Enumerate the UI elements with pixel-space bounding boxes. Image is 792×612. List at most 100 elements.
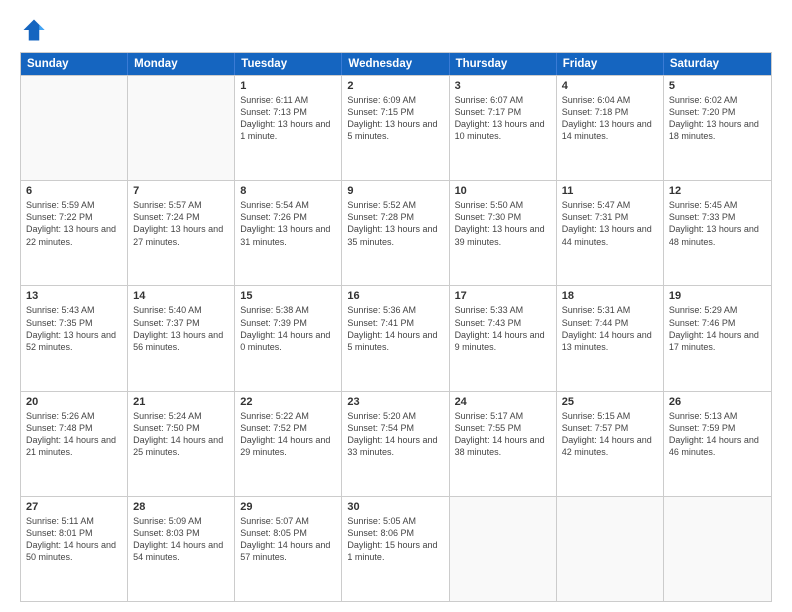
calendar-cell: 7 Sunrise: 5:57 AM Sunset: 7:24 PM Daylig… — [128, 181, 235, 285]
calendar-cell: 16Sunrise: 5:36 AM Sunset: 7:41 PM Dayli… — [342, 286, 449, 390]
day-number: 13 — [26, 290, 122, 302]
day-number: 24 — [455, 396, 551, 408]
day-info: Sunrise: 6:07 AM Sunset: 7:17 PM Dayligh… — [455, 94, 551, 143]
day-info: Sunrise: 6:04 AM Sunset: 7:18 PM Dayligh… — [562, 94, 658, 143]
day-number: 18 — [562, 290, 658, 302]
day-info: Sunrise: 5:15 AM Sunset: 7:57 PM Dayligh… — [562, 410, 658, 459]
day-number: 11 — [562, 185, 658, 197]
day-info: Sunrise: 5:40 AM Sunset: 7:37 PM Dayligh… — [133, 304, 229, 353]
day-info: Sunrise: 5:05 AM Sunset: 8:06 PM Dayligh… — [347, 515, 443, 564]
calendar-cell: 22 Sunrise: 5:22 AM Sunset: 7:52 PM Dayli… — [235, 392, 342, 496]
calendar-cell: 20Sunrise: 5:26 AM Sunset: 7:48 PM Dayli… — [21, 392, 128, 496]
day-number: 6 — [26, 185, 122, 197]
calendar-cell — [128, 76, 235, 180]
day-info: Sunrise: 5:20 AM Sunset: 7:54 PM Dayligh… — [347, 410, 443, 459]
calendar-cell: 23 Sunrise: 5:20 AM Sunset: 7:54 PM Dayli… — [342, 392, 449, 496]
day-number: 5 — [669, 80, 766, 92]
header — [20, 16, 772, 44]
day-info: Sunrise: 5:57 AM Sunset: 7:24 PM Dayligh… — [133, 199, 229, 248]
calendar-cell: 13 Sunrise: 5:43 AM Sunset: 7:35 PM Dayli… — [21, 286, 128, 390]
calendar-cell: 28Sunrise: 5:09 AM Sunset: 8:03 PM Dayli… — [128, 497, 235, 601]
day-info: Sunrise: 5:38 AM Sunset: 7:39 PM Dayligh… — [240, 304, 336, 353]
calendar-cell: 10Sunrise: 5:50 AM Sunset: 7:30 PM Dayli… — [450, 181, 557, 285]
calendar-cell — [557, 497, 664, 601]
day-number: 17 — [455, 290, 551, 302]
day-number: 30 — [347, 501, 443, 513]
day-number: 28 — [133, 501, 229, 513]
logo-icon — [20, 16, 48, 44]
calendar-cell: 1 Sunrise: 6:11 AM Sunset: 7:13 PM Daylig… — [235, 76, 342, 180]
day-info: Sunrise: 5:52 AM Sunset: 7:28 PM Dayligh… — [347, 199, 443, 248]
day-number: 12 — [669, 185, 766, 197]
calendar-cell: 19 Sunrise: 5:29 AM Sunset: 7:46 PM Dayli… — [664, 286, 771, 390]
day-number: 19 — [669, 290, 766, 302]
calendar-cell: 9 Sunrise: 5:52 AM Sunset: 7:28 PM Daylig… — [342, 181, 449, 285]
day-info: Sunrise: 5:11 AM Sunset: 8:01 PM Dayligh… — [26, 515, 122, 564]
day-number: 7 — [133, 185, 229, 197]
day-number: 14 — [133, 290, 229, 302]
day-info: Sunrise: 5:54 AM Sunset: 7:26 PM Dayligh… — [240, 199, 336, 248]
calendar-cell: 15 Sunrise: 5:38 AM Sunset: 7:39 PM Dayli… — [235, 286, 342, 390]
day-number: 3 — [455, 80, 551, 92]
day-info: Sunrise: 5:07 AM Sunset: 8:05 PM Dayligh… — [240, 515, 336, 564]
day-info: Sunrise: 5:17 AM Sunset: 7:55 PM Dayligh… — [455, 410, 551, 459]
day-number: 10 — [455, 185, 551, 197]
calendar-cell: 8 Sunrise: 5:54 AM Sunset: 7:26 PM Daylig… — [235, 181, 342, 285]
day-info: Sunrise: 5:24 AM Sunset: 7:50 PM Dayligh… — [133, 410, 229, 459]
header-day-saturday: Saturday — [664, 53, 771, 75]
day-number: 23 — [347, 396, 443, 408]
day-info: Sunrise: 5:26 AM Sunset: 7:48 PM Dayligh… — [26, 410, 122, 459]
day-number: 1 — [240, 80, 336, 92]
day-info: Sunrise: 6:09 AM Sunset: 7:15 PM Dayligh… — [347, 94, 443, 143]
day-info: Sunrise: 5:29 AM Sunset: 7:46 PM Dayligh… — [669, 304, 766, 353]
day-number: 8 — [240, 185, 336, 197]
calendar-header: SundayMondayTuesdayWednesdayThursdayFrid… — [21, 53, 771, 75]
header-day-sunday: Sunday — [21, 53, 128, 75]
page: SundayMondayTuesdayWednesdayThursdayFrid… — [0, 0, 792, 612]
day-number: 4 — [562, 80, 658, 92]
day-info: Sunrise: 6:11 AM Sunset: 7:13 PM Dayligh… — [240, 94, 336, 143]
calendar-cell: 2Sunrise: 6:09 AM Sunset: 7:15 PM Daylig… — [342, 76, 449, 180]
logo — [20, 16, 52, 44]
calendar-cell: 6 Sunrise: 5:59 AM Sunset: 7:22 PM Daylig… — [21, 181, 128, 285]
calendar: SundayMondayTuesdayWednesdayThursdayFrid… — [20, 52, 772, 602]
header-day-tuesday: Tuesday — [235, 53, 342, 75]
calendar-cell: 30 Sunrise: 5:05 AM Sunset: 8:06 PM Dayli… — [342, 497, 449, 601]
header-day-thursday: Thursday — [450, 53, 557, 75]
calendar-cell: 5 Sunrise: 6:02 AM Sunset: 7:20 PM Daylig… — [664, 76, 771, 180]
day-info: Sunrise: 6:02 AM Sunset: 7:20 PM Dayligh… — [669, 94, 766, 143]
calendar-cell — [450, 497, 557, 601]
header-day-friday: Friday — [557, 53, 664, 75]
day-info: Sunrise: 5:36 AM Sunset: 7:41 PM Dayligh… — [347, 304, 443, 353]
day-number: 26 — [669, 396, 766, 408]
day-info: Sunrise: 5:33 AM Sunset: 7:43 PM Dayligh… — [455, 304, 551, 353]
day-info: Sunrise: 5:47 AM Sunset: 7:31 PM Dayligh… — [562, 199, 658, 248]
week-row-1: 1 Sunrise: 6:11 AM Sunset: 7:13 PM Daylig… — [21, 75, 771, 180]
day-info: Sunrise: 5:45 AM Sunset: 7:33 PM Dayligh… — [669, 199, 766, 248]
day-number: 9 — [347, 185, 443, 197]
day-number: 22 — [240, 396, 336, 408]
calendar-cell: 3 Sunrise: 6:07 AM Sunset: 7:17 PM Daylig… — [450, 76, 557, 180]
calendar-cell: 12 Sunrise: 5:45 AM Sunset: 7:33 PM Dayli… — [664, 181, 771, 285]
calendar-cell: 17 Sunrise: 5:33 AM Sunset: 7:43 PM Dayli… — [450, 286, 557, 390]
calendar-cell — [21, 76, 128, 180]
calendar-cell: 24 Sunrise: 5:17 AM Sunset: 7:55 PM Dayli… — [450, 392, 557, 496]
calendar-cell: 27 Sunrise: 5:11 AM Sunset: 8:01 PM Dayli… — [21, 497, 128, 601]
week-row-4: 20Sunrise: 5:26 AM Sunset: 7:48 PM Dayli… — [21, 391, 771, 496]
day-info: Sunrise: 5:59 AM Sunset: 7:22 PM Dayligh… — [26, 199, 122, 248]
calendar-cell: 25Sunrise: 5:15 AM Sunset: 7:57 PM Dayli… — [557, 392, 664, 496]
day-info: Sunrise: 5:43 AM Sunset: 7:35 PM Dayligh… — [26, 304, 122, 353]
header-day-wednesday: Wednesday — [342, 53, 449, 75]
calendar-cell: 26Sunrise: 5:13 AM Sunset: 7:59 PM Dayli… — [664, 392, 771, 496]
week-row-3: 13 Sunrise: 5:43 AM Sunset: 7:35 PM Dayli… — [21, 285, 771, 390]
day-number: 15 — [240, 290, 336, 302]
day-info: Sunrise: 5:22 AM Sunset: 7:52 PM Dayligh… — [240, 410, 336, 459]
day-number: 29 — [240, 501, 336, 513]
day-number: 27 — [26, 501, 122, 513]
calendar-cell: 29 Sunrise: 5:07 AM Sunset: 8:05 PM Dayli… — [235, 497, 342, 601]
day-info: Sunrise: 5:31 AM Sunset: 7:44 PM Dayligh… — [562, 304, 658, 353]
calendar-cell: 4 Sunrise: 6:04 AM Sunset: 7:18 PM Daylig… — [557, 76, 664, 180]
day-number: 21 — [133, 396, 229, 408]
calendar-cell: 21 Sunrise: 5:24 AM Sunset: 7:50 PM Dayli… — [128, 392, 235, 496]
header-day-monday: Monday — [128, 53, 235, 75]
